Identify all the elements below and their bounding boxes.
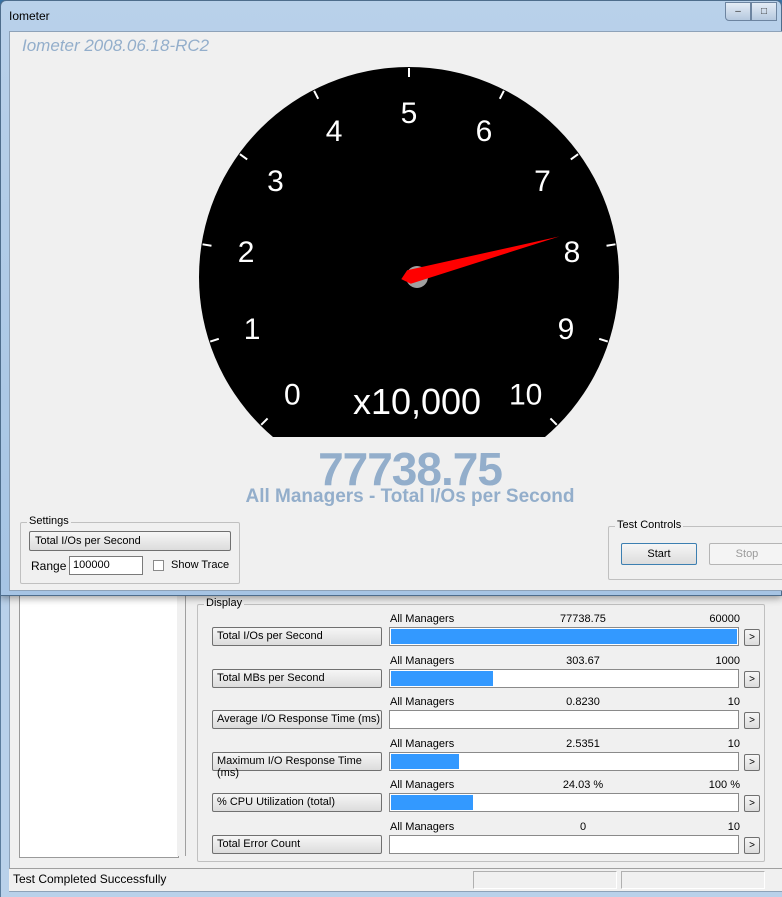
display-metric-button[interactable]: Total I/Os per Second: [212, 627, 382, 646]
gauge-readout-label: All Managers - Total I/Os per Second: [245, 486, 575, 507]
display-row: Total Error Count All Managers 0 10 >: [198, 821, 764, 861]
main-window: Display Total I/Os per Second All Manager…: [0, 560, 782, 897]
display-manager: All Managers: [390, 737, 455, 750]
status-bar: Test Completed Successfully: [9, 868, 782, 891]
display-manager: All Managers: [390, 654, 455, 667]
display-value: 303.67: [566, 654, 600, 667]
window-controls: – □: [725, 2, 777, 22]
gauge-tick-label: 3: [267, 165, 284, 198]
gauge-tick-label: 10: [509, 379, 542, 412]
display-max: 10: [727, 820, 740, 833]
window-title: Iometer: [9, 9, 50, 23]
display-expand-button[interactable]: >: [744, 753, 760, 771]
display-bar: [389, 751, 739, 771]
display-bar: [389, 710, 739, 729]
range-input[interactable]: 100000: [69, 556, 143, 575]
display-manager: All Managers: [390, 613, 455, 625]
speedometer-gauge: 01 2 3 4 5 6 7 8 9 10 x10,000: [199, 67, 619, 437]
display-bar-fill: [391, 795, 473, 810]
display-metric-button[interactable]: Total Error Count: [212, 834, 382, 854]
display-max: 10: [727, 696, 740, 708]
gauge-tick: [606, 243, 616, 247]
settings-group: Settings Total I/Os per Second Range 100…: [20, 515, 240, 584]
display-expand-button[interactable]: >: [744, 712, 760, 729]
start-button[interactable]: Start: [621, 543, 697, 565]
display-max: 100 %: [708, 779, 740, 791]
status-cell-1: [473, 871, 617, 889]
topology-panel[interactable]: [19, 594, 179, 858]
gauge-tick-label: 2: [238, 236, 255, 269]
display-max: 60000: [709, 613, 740, 625]
display-value: 0.8230: [566, 696, 600, 708]
gauge-tick-label: 8: [564, 236, 581, 269]
display-expand-button[interactable]: >: [744, 670, 760, 688]
gauge-metric-button[interactable]: Total I/Os per Second: [29, 531, 231, 551]
display-row: Maximum I/O Response Time (ms) All Manage…: [198, 737, 764, 779]
display-value: 77738.75: [560, 613, 606, 625]
display-expand-button[interactable]: >: [744, 795, 760, 812]
show-trace-label: Show Trace: [171, 559, 230, 571]
display-expand-button[interactable]: >: [744, 836, 760, 854]
display-bar-fill: [391, 753, 459, 769]
gauge-tick-label: 7: [534, 165, 551, 198]
show-trace-checkbox[interactable]: [153, 560, 164, 571]
gauge-tick-label: 0: [284, 379, 301, 412]
display-manager: All Managers: [390, 696, 455, 708]
status-cell-2: [621, 871, 765, 889]
minimize-button[interactable]: –: [725, 2, 751, 21]
gauge-tick-label: 9: [558, 313, 575, 346]
test-controls-group: Test Controls Start Stop: [608, 519, 782, 580]
gauge-multiplier: x10,000: [353, 381, 481, 422]
display-max: 10: [727, 737, 740, 750]
display-max: 1000: [715, 654, 740, 667]
settings-group-title: Settings: [27, 515, 71, 527]
gauge-client: Iometer 2008.06.18-RC2 0 1 2 3 4 5 6 7 8 9 10 x10,0…: [9, 31, 782, 591]
display-row: Average I/O Response Time (ms) All Manage…: [198, 696, 764, 736]
display-value: 0: [579, 820, 587, 833]
display-row: Total I/Os per Second All Managers 77738.7…: [198, 613, 764, 653]
display-group-title: Display: [204, 597, 245, 609]
display-metric-button[interactable]: % CPU Utilization (total): [212, 793, 382, 812]
display-metric-button[interactable]: Total MBs per Second: [212, 668, 382, 688]
display-value: 24.03 %: [562, 779, 604, 791]
display-bar: [389, 834, 739, 854]
gauge-tick-label: 6: [476, 115, 493, 148]
range-label: Range: [31, 559, 67, 573]
gauge-window: Iometer – □ Iometer 2008.06.18-RC2 01234…: [0, 0, 782, 596]
display-manager: All Managers: [390, 820, 455, 833]
stop-button[interactable]: Stop: [709, 543, 782, 565]
gauge-tick-label: 4: [326, 115, 343, 148]
display-bar-fill: [391, 629, 737, 644]
display-expand-button[interactable]: >: [744, 629, 760, 646]
display-bar: [389, 668, 739, 688]
display-group: Display Total I/Os per Second All Manager…: [197, 597, 765, 862]
display-row: Total MBs per Second All Managers 303.67 10…: [198, 655, 764, 695]
panel-splitter[interactable]: [177, 594, 186, 856]
display-bar: [389, 793, 739, 812]
display-bar-fill: [391, 670, 494, 686]
display-metric-button[interactable]: Average I/O Response Time (ms): [212, 710, 382, 729]
display-manager: All Managers: [390, 779, 455, 791]
test-controls-title: Test Controls: [615, 519, 684, 531]
display-row: % CPU Utilization (total) All Managers 24.…: [198, 779, 764, 819]
display-value: 2.5351: [566, 737, 600, 750]
gauge-tick-label: 5: [401, 97, 418, 130]
gauge-tick: [202, 243, 212, 247]
display-bar: [389, 627, 739, 646]
maximize-button[interactable]: □: [751, 2, 777, 21]
display-metric-button[interactable]: Maximum I/O Response Time (ms): [212, 751, 382, 779]
gauge-tick-label: 1: [244, 313, 261, 346]
status-text: Test Completed Successfully: [13, 872, 167, 886]
